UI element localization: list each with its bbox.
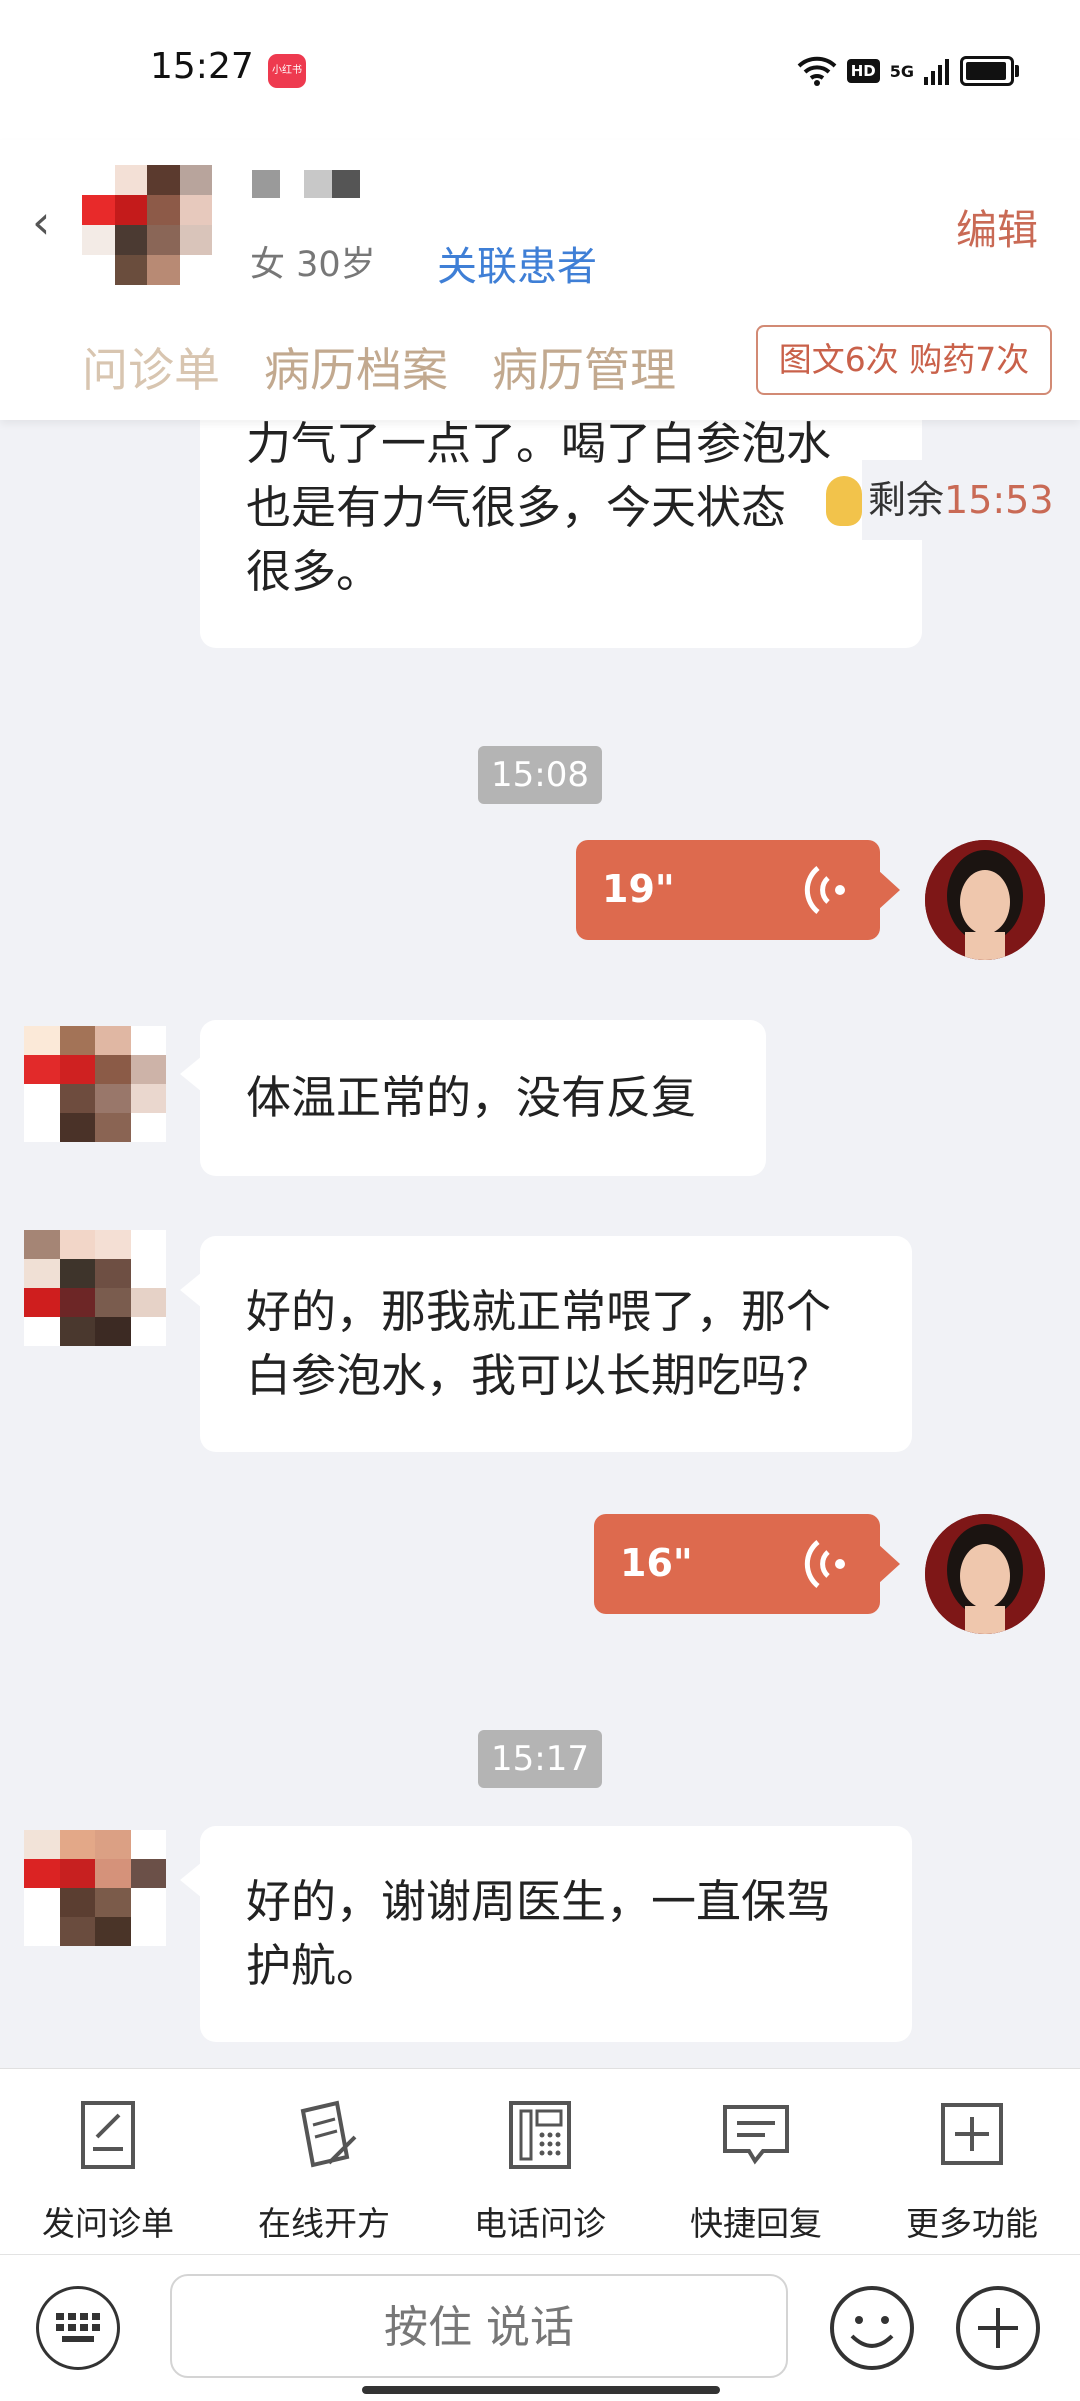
- signal-icon: [924, 59, 949, 85]
- prescription-icon: [300, 2100, 357, 2168]
- status-bar: 15:27 小红书 HD 5G: [0, 0, 1080, 140]
- voice-message[interactable]: 16": [594, 1514, 900, 1614]
- status-time: 15:27: [150, 46, 254, 87]
- message-bubble: 好的，谢谢周医生，一直保驾 护航。: [180, 1826, 912, 2042]
- remaining-time-value: 15:53: [944, 478, 1054, 522]
- chat-reply-icon: [723, 2105, 789, 2165]
- tab-medical-archive[interactable]: 病历档案: [264, 334, 448, 400]
- hd-icon: HD: [846, 59, 880, 83]
- voice-wave-icon: [804, 1540, 845, 1588]
- thumb-emoji-icon: [826, 476, 862, 526]
- message-bubble: 好的，那我就正常喂了，那个 白参泡水，我可以长期吃吗？: [180, 1236, 912, 1452]
- toolbar-label: 发问诊单: [42, 2204, 174, 2243]
- edit-button[interactable]: 编辑: [956, 196, 1038, 256]
- service-count-badge[interactable]: 图文6次 购药7次: [756, 325, 1052, 395]
- timestamp: 15:17: [478, 1730, 602, 1788]
- form-icon: [81, 2101, 135, 2169]
- keyboard-icon[interactable]: [36, 2286, 120, 2370]
- message-text: 也是有力气很多，今天状态: [246, 481, 787, 534]
- toolbar-label: 电话问诊: [474, 2204, 606, 2243]
- tab-consult-form[interactable]: 问诊单: [82, 334, 220, 400]
- quick-reply-button[interactable]: 快捷回复: [648, 2069, 864, 2255]
- message-bubble-partial: 力气了一点了。喝了白参泡水 也是有力气很多，今天状态 很多。: [200, 400, 922, 648]
- phone-icon: [509, 2101, 571, 2169]
- function-toolbar: 发问诊单 在线开方 电话问诊 快捷回复 更多功能: [0, 2068, 1080, 2255]
- voice-duration: 19": [602, 867, 675, 911]
- patient-chat-avatar[interactable]: [24, 1230, 166, 1346]
- more-functions-button[interactable]: 更多功能: [864, 2069, 1080, 2255]
- doctor-avatar[interactable]: [925, 1514, 1045, 1634]
- message-text: 好的，谢谢周医生，一直保驾: [246, 1875, 832, 1928]
- header-tabs: 问诊单 病历档案 病历管理: [82, 334, 676, 400]
- message-text: 体温正常的，没有反复: [246, 1071, 697, 1124]
- remaining-label: 剩余: [868, 478, 945, 522]
- voice-message[interactable]: 19": [576, 840, 900, 940]
- send-consult-form-button[interactable]: 发问诊单: [0, 2069, 216, 2255]
- plus-square-icon: [941, 2103, 1003, 2165]
- doctor-portrait: [925, 840, 1045, 960]
- battery-icon: [960, 56, 1019, 86]
- add-icon[interactable]: [954, 2284, 1042, 2372]
- message-text: 护航。: [246, 1939, 382, 1992]
- message-text: 很多。: [246, 545, 382, 598]
- phone-consult-button[interactable]: 电话问诊: [432, 2069, 648, 2255]
- message-bubble: 体温正常的，没有反复: [180, 1020, 766, 1176]
- remaining-time: 剩余15:53: [862, 460, 1054, 540]
- voice-duration: 16": [620, 1541, 693, 1585]
- link-patient-button[interactable]: 关联患者: [437, 234, 597, 292]
- message-text: 好的，那我就正常喂了，那个: [246, 1285, 832, 1338]
- timestamp: 15:08: [478, 746, 602, 804]
- message-text: 白参泡水，我可以长期吃吗？: [246, 1349, 832, 1402]
- tab-medical-management[interactable]: 病历管理: [492, 334, 676, 400]
- network-label: 5G: [889, 61, 914, 81]
- patient-avatar[interactable]: [82, 165, 212, 285]
- patient-chat-avatar[interactable]: [24, 1830, 166, 1946]
- home-indicator: [362, 2386, 720, 2394]
- app-notification-icon: 小红书: [268, 54, 306, 88]
- voice-wave-icon: [804, 866, 845, 914]
- toolbar-label: 更多功能: [906, 2204, 1038, 2243]
- back-arrow-icon[interactable]: ‹: [32, 195, 50, 249]
- patient-gender-age: 女 30岁: [250, 245, 376, 285]
- doctor-portrait: [925, 1514, 1045, 1634]
- doctor-avatar[interactable]: [925, 840, 1045, 960]
- toolbar-label: 快捷回复: [690, 2204, 822, 2243]
- toolbar-label: 在线开方: [258, 2204, 390, 2243]
- patient-chat-avatar[interactable]: [24, 1026, 166, 1142]
- patient-name-blurred: [252, 170, 360, 198]
- online-prescribe-button[interactable]: 在线开方: [216, 2069, 432, 2255]
- emoji-icon[interactable]: [828, 2284, 916, 2372]
- wifi-icon: [797, 56, 837, 86]
- status-icons: HD 5G: [797, 50, 1019, 92]
- message-text: 力气了一点了。喝了白参泡水: [246, 417, 832, 470]
- press-to-talk-button[interactable]: 按住 说话: [170, 2274, 788, 2378]
